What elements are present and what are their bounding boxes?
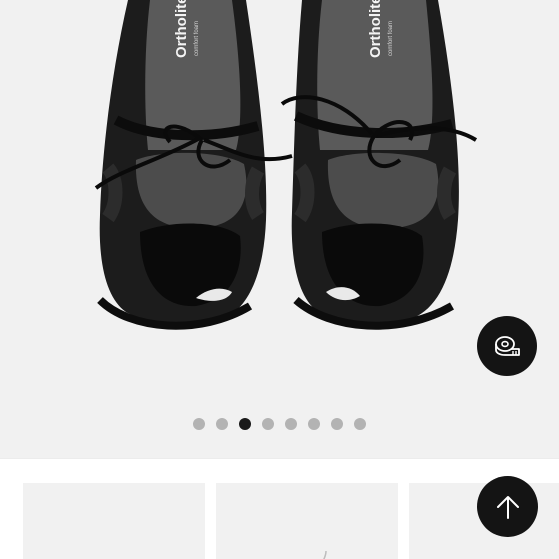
pagination-dot-active[interactable] xyxy=(239,418,251,430)
right-insole-brand: Ortholite xyxy=(367,0,384,58)
pagination-dot[interactable] xyxy=(308,418,320,430)
gallery-pagination xyxy=(0,418,559,430)
related-products xyxy=(0,459,559,559)
related-product-card[interactable] xyxy=(23,483,205,559)
pagination-dot[interactable] xyxy=(193,418,205,430)
tape-measure-icon xyxy=(495,336,520,356)
left-insole-subtext: comfort foam xyxy=(194,21,200,56)
scroll-to-top-button[interactable] xyxy=(477,476,538,537)
arrow-up-icon xyxy=(496,495,519,519)
pagination-dot[interactable] xyxy=(285,418,297,430)
size-guide-button[interactable] xyxy=(477,316,537,376)
pagination-dot[interactable] xyxy=(354,418,366,430)
product-page: Ortholite comfort foam Ortholite comfort… xyxy=(0,0,559,559)
shoe-thumbnail-icon xyxy=(323,550,327,559)
shoe-thumbnail-icon xyxy=(23,533,205,559)
pagination-dot[interactable] xyxy=(216,418,228,430)
product-image: Ortholite comfort foam Ortholite comfort… xyxy=(94,0,478,330)
product-image-gallery[interactable]: Ortholite comfort foam Ortholite comfort… xyxy=(0,0,559,458)
left-insole-brand: Ortholite xyxy=(173,0,190,58)
pagination-dot[interactable] xyxy=(331,418,343,430)
pagination-dot[interactable] xyxy=(262,418,274,430)
related-product-card[interactable] xyxy=(216,483,398,559)
right-insole-subtext: comfort foam xyxy=(388,21,394,56)
shoe-thumbnail-icon xyxy=(409,533,559,559)
